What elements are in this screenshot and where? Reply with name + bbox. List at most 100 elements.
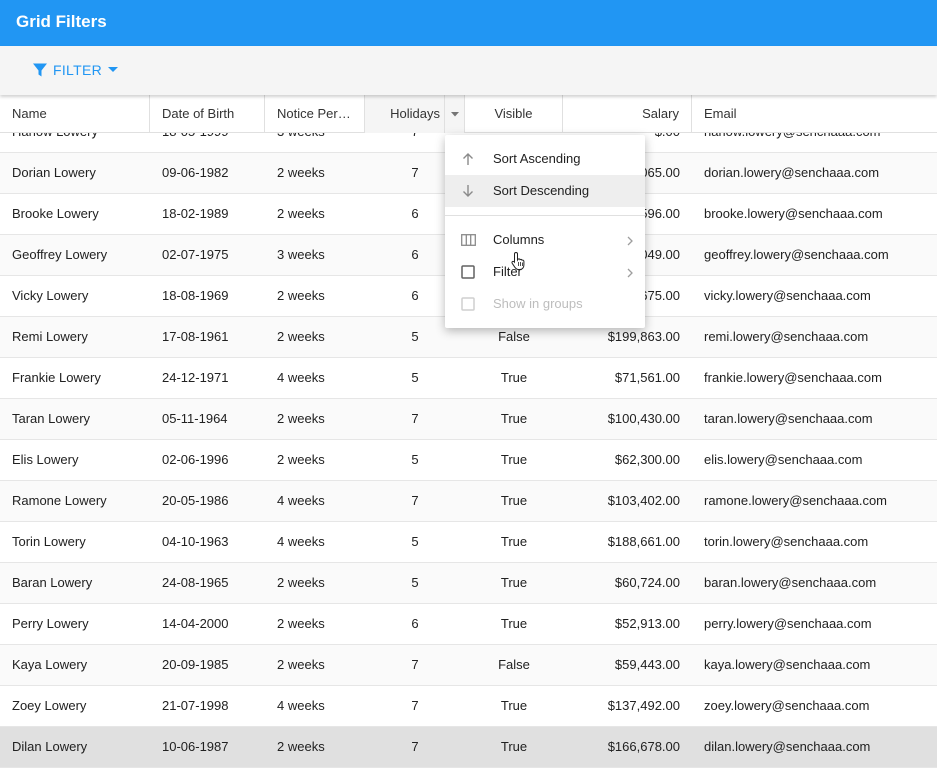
columns-icon	[461, 233, 476, 247]
arrow-down-icon	[461, 184, 475, 198]
columns-item[interactable]: Columns	[445, 224, 645, 256]
cell-holidays: 7	[411, 657, 419, 672]
chevron-down-icon	[450, 111, 459, 116]
cell-name: Harlow Lowery	[0, 133, 150, 152]
table-row[interactable]: Torin Lowery 04-10-1963 4 weeks 5 True $188,6…	[0, 522, 937, 563]
cell-holidays: 5	[411, 370, 419, 385]
table-row[interactable]: Zoey Lowery 21-07-1998 4 weeks 7 True $137,49…	[0, 686, 937, 727]
cell-name: Perry Lowery	[12, 616, 89, 631]
table-row[interactable]: Elis Lowery 02-06-1996 2 weeks 5 True $62,300…	[0, 440, 937, 481]
column-header-label: Visible	[494, 106, 533, 121]
cell-visible: True	[500, 493, 528, 508]
cell-dob: 05-11-1964	[162, 411, 228, 426]
table-row[interactable]: Perry Lowery 14-04-2000 2 weeks 6 True $52,91…	[0, 604, 937, 645]
cell-holidays: 7	[411, 698, 419, 713]
cell-visible: True	[500, 452, 528, 467]
table-row[interactable]: Ramone Lowery 20-05-1986 4 weeks 7 True $103,…	[0, 481, 937, 522]
filter-item[interactable]: Filter	[445, 256, 645, 288]
sort-ascending-item[interactable]: Sort Ascending	[445, 143, 645, 175]
table-row[interactable]: Taran Lowery 05-11-1964 2 weeks 7 True $100,4…	[0, 399, 937, 440]
cell-email: harlow.lowery@senchaaa.com	[692, 133, 937, 152]
cell-salary: $62,300.00	[614, 452, 680, 467]
cell-notice: 2 weeks	[277, 411, 325, 426]
show-in-groups-item: Show in groups	[445, 288, 645, 320]
column-header-label: Notice Peri…	[277, 106, 354, 121]
column-header-holidays[interactable]: Holidays	[365, 95, 465, 133]
cell-salary: $103,402.00	[607, 493, 680, 508]
cell-visible: True	[500, 370, 528, 385]
cell-name: Elis Lowery	[12, 452, 79, 467]
cell-holidays: 7	[411, 739, 419, 754]
cell-notice: 2 weeks	[277, 288, 325, 303]
cell-notice: 3 weeks	[277, 247, 325, 262]
cell-email: taran.lowery@senchaaa.com	[704, 411, 873, 426]
cell-email: torin.lowery@senchaaa.com	[704, 534, 869, 549]
cell-salary: $52,913.00	[614, 616, 680, 631]
cell-notice: 2 weeks	[277, 165, 325, 180]
column-header-label: Email	[704, 106, 737, 121]
cell-email: kaya.lowery@senchaaa.com	[704, 657, 871, 672]
cell-dob: 09-06-1982	[162, 165, 229, 180]
cell-notice: 2 weeks	[277, 657, 325, 672]
column-menu: Sort Ascending Sort Descending Columns F…	[445, 135, 645, 328]
cell-dob: 18-05-1999	[150, 133, 265, 152]
menu-separator	[445, 215, 645, 216]
table-row[interactable]: Baran Lowery 24-08-1965 2 weeks 5 True $60,72…	[0, 563, 937, 604]
cell-name: Kaya Lowery	[12, 657, 88, 672]
cell-holidays: 5	[411, 452, 419, 467]
cell-email: zoey.lowery@senchaaa.com	[704, 698, 870, 713]
cell-dob: 02-06-1996	[162, 452, 229, 467]
cell-notice: 4 weeks	[277, 534, 325, 549]
cell-name: Baran Lowery	[12, 575, 93, 590]
cell-salary: $60,724.00	[614, 575, 680, 590]
cell-dob: 10-06-1987	[162, 739, 229, 754]
cell-name: Torin Lowery	[12, 534, 86, 549]
cell-notice: 2 weeks	[277, 452, 325, 467]
cell-dob: 18-02-1989	[162, 206, 229, 221]
column-header-dob[interactable]: Date of Birth	[150, 95, 265, 133]
column-header-email[interactable]: Email	[692, 95, 937, 133]
cell-email: dilan.lowery@senchaaa.com	[704, 739, 871, 754]
app-title: Grid Filters	[16, 12, 107, 31]
cell-email: frankie.lowery@senchaaa.com	[704, 370, 882, 385]
checkbox-icon	[461, 297, 475, 311]
cell-dob: 20-05-1986	[162, 493, 229, 508]
chevron-right-icon	[627, 234, 633, 249]
cell-name: Vicky Lowery	[12, 288, 89, 303]
columns-label: Columns	[493, 232, 545, 247]
cell-salary: $188,661.00	[607, 534, 680, 549]
column-menu-trigger[interactable]	[444, 95, 464, 133]
chevron-right-icon	[627, 266, 633, 281]
cell-email: perry.lowery@senchaaa.com	[704, 616, 872, 631]
cell-name: Remi Lowery	[12, 329, 88, 344]
table-row[interactable]: Dilan Lowery 10-06-1987 2 weeks 7 True $166,6…	[0, 727, 937, 768]
column-header-name[interactable]: Name	[0, 95, 150, 133]
cell-notice: 2 weeks	[277, 739, 325, 754]
cell-email: ramone.lowery@senchaaa.com	[704, 493, 888, 508]
cell-dob: 20-09-1985	[162, 657, 229, 672]
column-header-salary[interactable]: Salary	[563, 95, 692, 133]
cell-holidays: 7	[411, 493, 419, 508]
cell-notice: 4 weeks	[277, 493, 325, 508]
cell-holidays: 5	[411, 575, 419, 590]
sort-descending-item[interactable]: Sort Descending	[445, 175, 645, 207]
cell-dob: 14-04-2000	[162, 616, 229, 631]
filter-button-label: FILTER	[53, 62, 102, 78]
cell-salary: $137,492.00	[607, 698, 680, 713]
show-in-groups-label: Show in groups	[493, 296, 583, 311]
cell-email: dorian.lowery@senchaaa.com	[704, 165, 880, 180]
cell-visible: True	[500, 575, 528, 590]
cell-notice: 4 weeks	[277, 370, 325, 385]
column-header-visible[interactable]: Visible	[465, 95, 563, 133]
cell-notice: 3 weeks	[265, 133, 365, 152]
toolbar: FILTER	[0, 46, 937, 95]
sort-descending-label: Sort Descending	[493, 183, 590, 198]
cell-email: remi.lowery@senchaaa.com	[704, 329, 869, 344]
column-header-label: Name	[12, 106, 47, 121]
column-header-notice[interactable]: Notice Peri…	[265, 95, 365, 133]
checkbox-icon[interactable]	[461, 265, 475, 279]
table-row[interactable]: Frankie Lowery 24-12-1971 4 weeks 5 True $71,…	[0, 358, 937, 399]
filter-button[interactable]: FILTER	[26, 56, 124, 84]
table-row[interactable]: Kaya Lowery 20-09-1985 2 weeks 7 False $59,44…	[0, 645, 937, 686]
column-header-label: Holidays	[390, 106, 440, 121]
